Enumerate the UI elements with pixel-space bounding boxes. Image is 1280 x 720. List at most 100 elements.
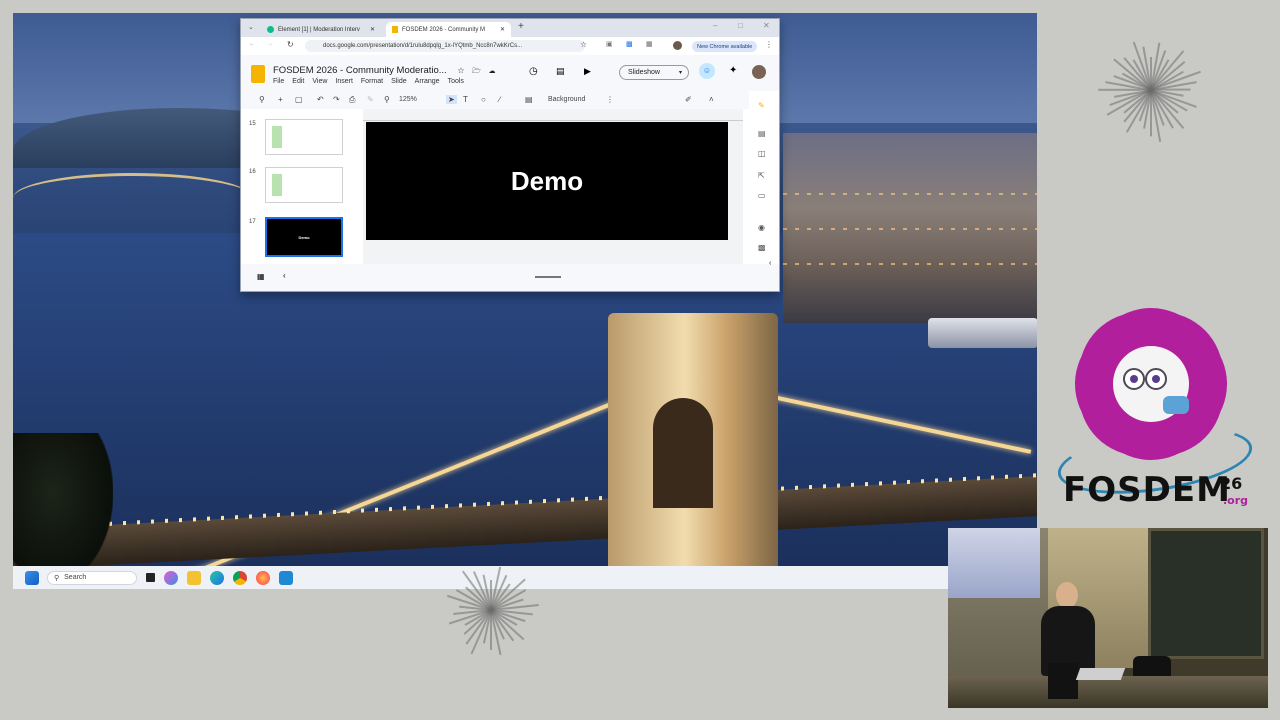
- speaker-notes-handle[interactable]: [535, 276, 561, 278]
- menu-arrange[interactable]: Arrange: [415, 78, 440, 85]
- slide-heading[interactable]: Demo: [511, 166, 583, 197]
- shape-icon[interactable]: ○: [481, 95, 486, 104]
- right-eye: [1145, 368, 1167, 390]
- tab-label: Element [1] | Moderation Interv: [278, 26, 360, 33]
- menu-insert[interactable]: Insert: [335, 78, 353, 85]
- document-title[interactable]: FOSDEM 2026 - Community Moderatio... ☆ 🗁…: [273, 65, 495, 78]
- slideshow-button[interactable]: Slideshow ▾: [619, 65, 689, 80]
- ruler: [363, 114, 743, 121]
- url-field[interactable]: docs.google.com/presentation/d/1rulu8dpq…: [305, 40, 585, 52]
- fosdem-wordmark: FOSDEM: [1063, 470, 1231, 510]
- tab-slides[interactable]: FOSDEM 2026 - Community M ✕: [386, 22, 511, 37]
- menu-edit[interactable]: Edit: [292, 78, 304, 85]
- expand-side-icon[interactable]: ‹: [769, 260, 771, 267]
- print-icon[interactable]: ⎙: [349, 95, 355, 105]
- keep-icon[interactable]: ✎: [758, 101, 765, 110]
- taskbar-search[interactable]: ⚲ Search: [47, 570, 137, 585]
- new-tab-icon[interactable]: +: [518, 21, 524, 32]
- screen-share-icon[interactable]: ▩: [626, 40, 633, 48]
- collapse-panel-icon[interactable]: ‹: [283, 271, 286, 280]
- zoom-level[interactable]: 125%: [399, 96, 417, 103]
- copilot-icon[interactable]: [164, 570, 178, 585]
- record-icon[interactable]: ◉: [758, 223, 765, 232]
- grid-view-icon[interactable]: ▦: [257, 272, 265, 281]
- menu-file[interactable]: File: [273, 78, 284, 85]
- fosdem-tld: .org: [1223, 494, 1249, 507]
- reload-icon[interactable]: ↻: [287, 40, 294, 49]
- vscode-icon[interactable]: [279, 570, 293, 585]
- menu-tools[interactable]: Tools: [448, 78, 464, 85]
- layers-icon[interactable]: ◫: [758, 149, 766, 158]
- slide-thumbnail-16[interactable]: [265, 167, 343, 203]
- forward-icon[interactable]: →: [267, 41, 273, 47]
- window-close-icon[interactable]: ✕: [763, 21, 770, 30]
- redo-icon[interactable]: ↷: [333, 95, 340, 104]
- close-icon[interactable]: ✕: [500, 26, 505, 33]
- video-icon[interactable]: ▩: [758, 243, 766, 252]
- cloud-status-icon: ☁: [488, 68, 496, 75]
- chrome-window: ⌄ Element [1] | Moderation Interv ✕ FOSD…: [240, 18, 780, 292]
- firework-top-right: [1098, 42, 1201, 143]
- move-folder-icon[interactable]: 🗁: [472, 68, 481, 75]
- tab-strip: ⌄ Element [1] | Moderation Interv ✕ FOSD…: [241, 19, 779, 37]
- comment-icon[interactable]: ▤: [556, 66, 565, 77]
- back-icon[interactable]: ←: [249, 41, 255, 47]
- zoom-icon[interactable]: ⚲: [384, 95, 390, 104]
- undo-icon[interactable]: ↶: [317, 95, 324, 104]
- gemini-icon[interactable]: ✦: [729, 65, 737, 76]
- share-person-icon[interactable]: ☺: [699, 63, 715, 79]
- background-button[interactable]: Background: [548, 96, 585, 103]
- speaker-head: [1056, 582, 1078, 608]
- tab-element[interactable]: Element [1] | Moderation Interv ✕: [261, 22, 381, 37]
- slide-canvas: Demo: [363, 109, 743, 264]
- menu-format[interactable]: Format: [361, 78, 383, 85]
- chrome-update-badge[interactable]: New Chrome available: [692, 41, 758, 52]
- more-options-icon[interactable]: ⋮: [606, 95, 614, 104]
- line-icon[interactable]: ∕: [499, 95, 500, 104]
- edge-icon[interactable]: [210, 570, 224, 585]
- layout-icon[interactable]: ▢: [295, 95, 303, 104]
- folder-icon[interactable]: ▭: [758, 191, 766, 200]
- puzzle-icon[interactable]: ▦: [646, 40, 653, 48]
- extension-icon[interactable]: ▣: [606, 40, 613, 48]
- address-bar-row: ← → ↻ docs.google.com/presentation/d/1ru…: [241, 37, 779, 55]
- search-icon: ⚲: [54, 574, 60, 582]
- fosdem-logo: FOSDEM 26 .org: [1053, 310, 1257, 510]
- search-menus-icon[interactable]: ⚲: [259, 95, 265, 104]
- river-boat: [928, 318, 1037, 348]
- filmstrip-icon[interactable]: ▤: [758, 129, 766, 138]
- new-slide-icon[interactable]: +: [278, 95, 283, 104]
- close-icon[interactable]: ✕: [370, 26, 375, 33]
- collapse-toolbar-icon[interactable]: ˄: [709, 95, 714, 104]
- chevron-down-icon[interactable]: ▾: [679, 69, 682, 76]
- tab-list-chevron-icon[interactable]: ⌄: [248, 23, 254, 31]
- profile-avatar[interactable]: [673, 41, 682, 50]
- menu-view[interactable]: View: [312, 78, 327, 85]
- slide-thumbnail-17[interactable]: Demo: [265, 217, 343, 257]
- comment-add-icon[interactable]: ▤: [525, 95, 533, 104]
- select-cursor-icon[interactable]: ➤: [446, 95, 457, 104]
- chrome-icon[interactable]: [233, 570, 247, 585]
- text-box-icon[interactable]: T: [463, 95, 468, 104]
- minimize-icon[interactable]: –: [713, 21, 717, 30]
- slides-logo-icon[interactable]: [251, 65, 265, 83]
- firefox-icon[interactable]: [256, 570, 270, 585]
- lectern-desk: [948, 676, 1268, 708]
- history-icon[interactable]: ◷: [529, 66, 538, 77]
- star-icon[interactable]: ☆: [457, 66, 464, 75]
- account-avatar[interactable]: [752, 65, 766, 79]
- current-slide[interactable]: Demo: [366, 122, 728, 240]
- bookmark-star-icon[interactable]: ☆: [580, 40, 587, 49]
- pen-tool-icon[interactable]: ✐: [685, 95, 692, 104]
- menu-slide[interactable]: Slide: [391, 78, 407, 85]
- task-view-icon[interactable]: [146, 573, 155, 582]
- meet-camera-icon[interactable]: ▶: [584, 66, 591, 77]
- file-explorer-icon[interactable]: [187, 570, 201, 585]
- export-icon[interactable]: ⇱: [758, 171, 765, 180]
- windows-start-icon[interactable]: [25, 570, 39, 585]
- mascot-face: [1113, 346, 1189, 422]
- slide-thumbnail-15[interactable]: [265, 119, 343, 155]
- kebab-menu-icon[interactable]: ⋮: [765, 40, 773, 49]
- paint-format-icon[interactable]: ✎: [367, 95, 374, 104]
- maximize-icon[interactable]: □: [738, 21, 743, 30]
